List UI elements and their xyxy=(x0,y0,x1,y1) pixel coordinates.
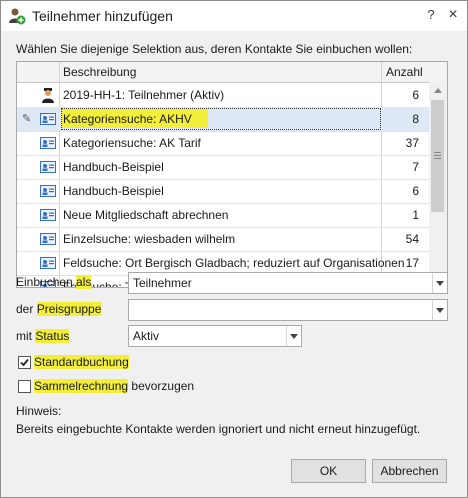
window-title: Teilnehmer hinzufügen xyxy=(32,8,173,24)
sammelrechnung-label[interactable]: Sammelrechnung bevorzugen xyxy=(34,379,194,393)
table-row[interactable]: Kategoriensuche: AK Tarif 37 xyxy=(17,131,429,156)
row-count: 7 xyxy=(412,160,419,174)
row-description: Handbuch-Beispiel xyxy=(63,184,164,198)
scroll-up-icon[interactable] xyxy=(434,88,442,93)
chevron-down-icon[interactable] xyxy=(432,273,447,293)
row-description: Einzelsuche: wiesbaden wilhelm xyxy=(63,232,236,246)
chevron-down-icon[interactable] xyxy=(432,300,447,320)
table-row[interactable]: Handbuch-Beispiel 6 xyxy=(17,179,429,204)
preisgruppe-label: der Preisgruppe xyxy=(16,302,102,316)
einbuchen-label: Einbuchen als xyxy=(16,275,92,289)
sammelrechnung-checkbox[interactable] xyxy=(18,380,31,393)
row-count: 8 xyxy=(412,112,419,126)
chevron-down-icon[interactable] xyxy=(286,326,301,346)
row-description: Kategoriensuche: AKHV xyxy=(63,112,192,126)
column-header-count[interactable]: Anzahl xyxy=(386,65,423,79)
row-count: 6 xyxy=(412,184,419,198)
status-value: Aktiv xyxy=(133,329,160,343)
edit-pencil-icon: ✎ xyxy=(22,113,32,125)
row-count: 54 xyxy=(405,232,419,246)
status-select[interactable]: Aktiv xyxy=(128,325,302,347)
grid-scrollbar[interactable] xyxy=(429,82,447,287)
help-button[interactable]: ? xyxy=(422,6,440,24)
standardbuchung-checkbox[interactable] xyxy=(18,356,31,369)
intro-text: Wählen Sie diejenige Selektion aus, dere… xyxy=(16,42,413,56)
contact-card-icon xyxy=(40,207,56,223)
person-icon xyxy=(40,87,56,103)
selection-grid[interactable]: Beschreibung Anzahl 2019-HH-1: Teilnehme… xyxy=(16,61,448,288)
close-button[interactable]: × xyxy=(444,6,462,24)
table-row[interactable]: Einzelsuche: wiesbaden wilhelm 54 xyxy=(17,227,429,252)
table-row[interactable]: Handbuch-Beispiel 7 xyxy=(17,155,429,180)
contact-card-icon xyxy=(40,231,56,247)
einbuchen-value: Teilnehmer xyxy=(133,276,192,290)
contact-card-icon xyxy=(40,135,56,151)
cancel-button[interactable]: Abbrechen xyxy=(372,459,447,483)
preisgruppe-select[interactable] xyxy=(128,299,448,321)
checkmark-icon xyxy=(20,358,29,367)
hint-text: Bereits eingebuchte Kontakte werden igno… xyxy=(16,422,421,436)
contact-card-icon xyxy=(40,255,56,271)
row-count: 37 xyxy=(405,136,419,150)
row-count: 1 xyxy=(412,208,419,222)
contact-card-icon xyxy=(40,159,56,175)
table-row[interactable]: 2019-HH-1: Teilnehmer (Aktiv) 6 xyxy=(17,83,429,108)
contact-card-icon xyxy=(40,111,56,127)
row-description: Kategoriensuche: AK Tarif xyxy=(63,136,201,150)
einbuchen-select[interactable]: Teilnehmer xyxy=(128,272,448,294)
ok-button[interactable]: OK xyxy=(291,459,366,483)
column-header-description[interactable]: Beschreibung xyxy=(63,65,136,79)
title-bar: Teilnehmer hinzufügen ? × xyxy=(1,1,467,31)
row-description: 2019-HH-1: Teilnehmer (Aktiv) xyxy=(63,88,225,102)
row-count: 6 xyxy=(412,88,419,102)
contact-card-icon xyxy=(40,183,56,199)
row-description: Handbuch-Beispiel xyxy=(63,160,164,174)
table-row[interactable]: Neue Mitgliedschaft abrechnen 1 xyxy=(17,203,429,228)
add-participant-icon xyxy=(9,8,26,25)
hint-label: Hinweis: xyxy=(16,404,62,418)
scrollbar-thumb[interactable] xyxy=(431,100,444,212)
row-description: Neue Mitgliedschaft abrechnen xyxy=(63,208,229,222)
row-description: Feldsuche: Ort Bergisch Gladbach; reduzi… xyxy=(63,256,405,270)
row-count: 17 xyxy=(405,256,419,270)
status-label: mit Status xyxy=(16,329,70,343)
grid-header: Beschreibung Anzahl xyxy=(17,62,447,83)
table-row[interactable]: ✎ Kategoriensuche: AKHV 8 xyxy=(17,107,429,132)
dialog-window: Teilnehmer hinzufügen ? × Wählen Sie die… xyxy=(0,0,468,498)
standardbuchung-label[interactable]: Standardbuchung xyxy=(34,355,129,369)
